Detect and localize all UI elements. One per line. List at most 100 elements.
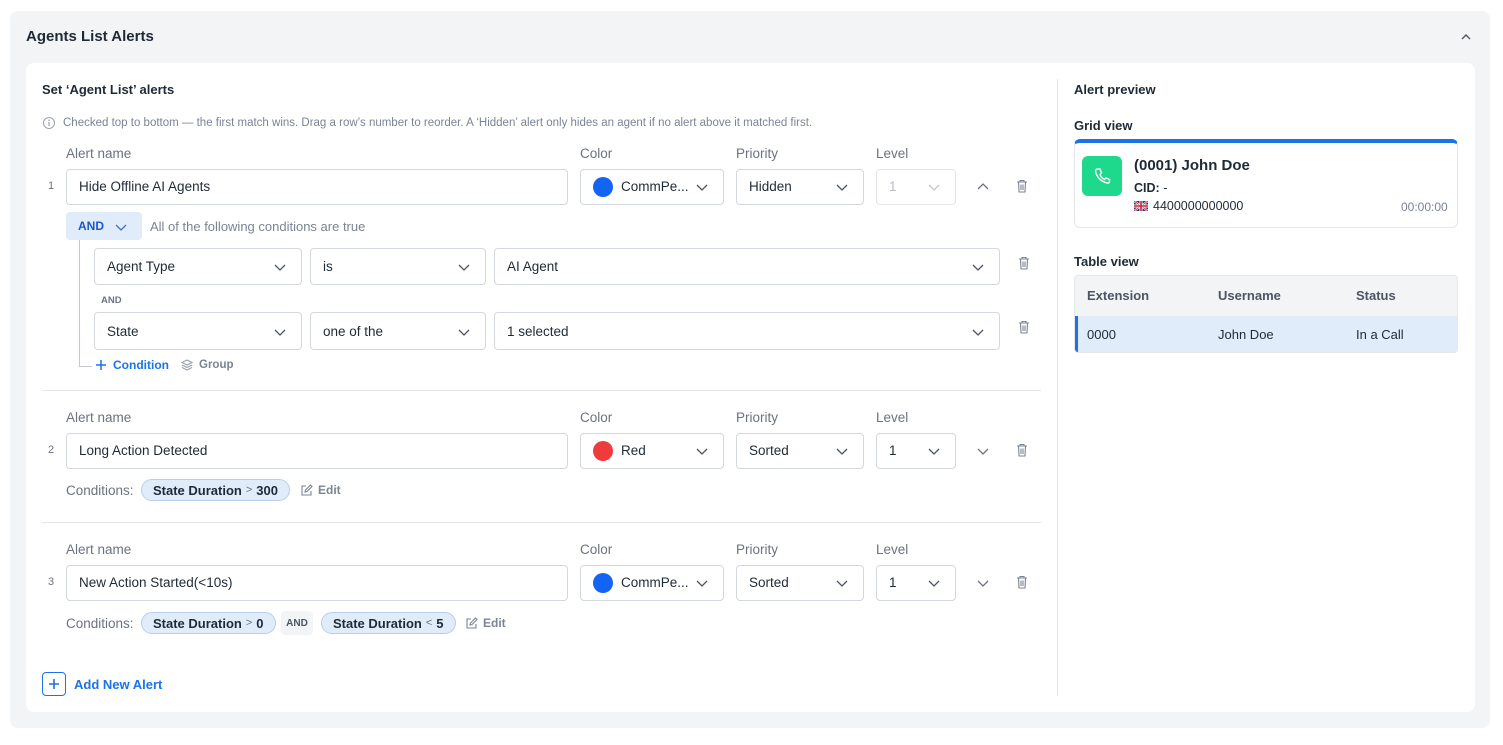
condition-operator-select[interactable]: one of the [310,312,486,350]
edit-label: Edit [483,616,506,630]
table-row: 0000 John Doe In a Call [1075,316,1457,352]
edit-label: Edit [318,483,341,497]
add-condition-button[interactable]: Condition [95,358,169,372]
logic-select[interactable]: AND [66,212,142,240]
chevron-down-icon [458,264,470,271]
chip-operator: > [245,617,253,629]
priority-select-value: Hidden [749,179,792,194]
condition-tree-branch [79,366,92,367]
alert-name-input[interactable]: Long Action Detected [66,433,568,469]
agent-name: (0001) John Doe [1134,157,1250,174]
chevron-down-icon [115,224,127,231]
alert-name-value: New Action Started(<10s) [79,575,233,590]
level-select-value: 1 [889,443,897,458]
plus-icon [42,672,66,696]
expand-alert-icon[interactable] [976,444,990,458]
alert-name-label: Alert name [66,146,132,161]
chevron-down-icon [928,184,940,191]
alert-name-label: Alert name [66,542,132,557]
chip-field: State Duration [153,615,242,631]
alert-name-input[interactable]: Hide Offline AI Agents [66,169,568,205]
level-select-value: 1 [889,575,897,590]
chevron-down-icon [696,184,708,191]
chevron-down-icon [972,264,984,271]
color-select-value: CommPe... [621,575,689,590]
priority-label: Priority [736,542,779,557]
color-select[interactable]: CommPe... [580,565,724,601]
condition-operator-value: one of the [323,324,384,339]
trash-icon[interactable] [1014,178,1030,194]
panel-title: Agents List Alerts [26,28,154,45]
priority-label: Priority [736,146,779,161]
agent-grid-card: (0001) John Doe CID: - 4400000000000 00:… [1074,139,1458,228]
level-label: Level [876,542,909,557]
info-icon [43,117,55,129]
priority-select[interactable]: Sorted [736,565,864,601]
chip-operator: > [245,484,253,496]
condition-value-select[interactable]: AI Agent [494,248,1000,285]
condition-value-select[interactable]: 1 selected [494,312,1000,350]
trash-icon[interactable] [1016,319,1032,335]
chip-value: 0 [256,615,264,631]
color-select[interactable]: Red [580,433,724,469]
condition-operator-select[interactable]: is [310,248,486,285]
table-cell-username: John Doe [1218,327,1274,342]
cid-label: CID: [1134,181,1160,195]
priority-select-value: Sorted [749,575,789,590]
alert-drag-number[interactable]: 1 [48,180,54,192]
alert-name-input[interactable]: New Action Started(<10s) [66,565,568,601]
color-swatch [593,177,613,197]
chevron-down-icon [972,329,984,336]
edit-icon [466,616,478,629]
edit-conditions-button[interactable]: Edit [300,483,341,497]
add-new-alert-button[interactable]: Add New Alert [42,672,162,696]
cid-value: - [1163,181,1168,195]
edit-icon [301,483,313,496]
color-swatch [593,573,613,593]
chip-field: State Duration [333,615,422,631]
column-separator [1057,79,1058,696]
uk-flag-icon [1134,201,1148,211]
level-select[interactable]: 1 [876,433,956,469]
alert-name-label: Alert name [66,410,132,425]
condition-value: 1 selected [507,324,569,339]
chevron-down-icon [836,448,848,455]
condition-field-select[interactable]: Agent Type [94,248,302,285]
trash-icon[interactable] [1014,574,1030,590]
layers-icon [180,359,194,371]
priority-label: Priority [736,410,779,425]
table-view-title: Table view [1074,254,1139,269]
color-select[interactable]: CommPe... [580,169,724,205]
chip-field: State Duration [153,482,242,498]
logic-description: All of the following conditions are true [150,219,366,234]
add-group-button[interactable]: Group [180,358,234,372]
edit-conditions-button[interactable]: Edit [465,616,506,630]
condition-tree-line [79,240,80,367]
conditions-label: Conditions: [66,483,134,498]
priority-select[interactable]: Hidden [736,169,864,205]
level-label: Level [876,410,909,425]
alert-drag-number[interactable]: 3 [48,576,54,588]
alert-drag-number[interactable]: 2 [48,444,54,456]
chevron-down-icon [696,448,708,455]
condition-field-select[interactable]: State [94,312,302,350]
expand-alert-icon[interactable] [976,576,990,590]
phone-icon [1082,156,1122,196]
chevron-down-icon [836,184,848,191]
color-label: Color [580,146,613,161]
cid-line: CID: - [1134,181,1167,195]
chevron-up-icon[interactable] [1459,30,1473,44]
level-select[interactable]: 1 [876,565,956,601]
agent-phone: 4400000000000 [1153,199,1244,213]
trash-icon[interactable] [1016,255,1032,271]
alert-name-value: Hide Offline AI Agents [79,179,211,194]
collapse-alert-icon[interactable] [976,180,990,194]
color-select-value: Red [621,443,646,458]
table-header-status: Status [1356,288,1396,303]
priority-select-value: Sorted [749,443,789,458]
priority-select[interactable]: Sorted [736,433,864,469]
trash-icon[interactable] [1014,442,1030,458]
add-new-alert-label: Add New Alert [74,676,163,692]
level-select-value: 1 [889,179,897,194]
ordering-hint: Checked top to bottom — the first match … [63,117,813,129]
